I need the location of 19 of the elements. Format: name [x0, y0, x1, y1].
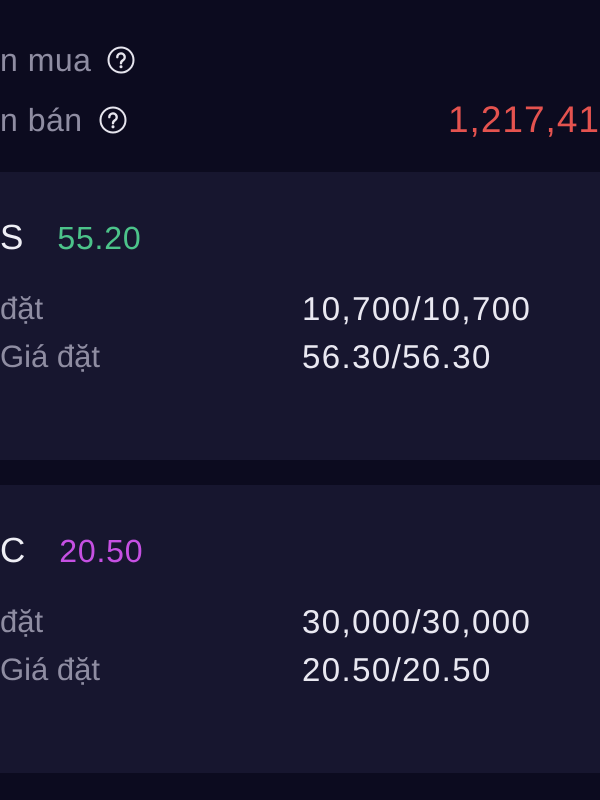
field-label: đặt: [0, 603, 44, 641]
field-label: Giá đặt: [0, 338, 101, 376]
order-card[interactable]: S 55.20 đặt 10,700/10,700 Giá đặt 56.30/56.30: [0, 172, 600, 460]
sell-amount: 1,217,41: [448, 99, 600, 141]
summary-label: n bán: [0, 102, 83, 138]
field-label: đặt: [0, 290, 44, 328]
help-icon[interactable]: [98, 106, 127, 134]
stock-price: 20.50: [59, 532, 144, 570]
stock-symbol: C: [0, 531, 26, 571]
help-icon[interactable]: [107, 46, 136, 74]
field-value: 20.50/20.50: [302, 651, 493, 689]
summary-label: n mua: [0, 42, 92, 78]
stock-symbol: S: [0, 218, 24, 258]
field-value: 30,000/30,000: [302, 603, 532, 641]
order-card[interactable]: C 20.50 đặt 30,000/30,000 Giá đặt 20.50/20.50: [0, 485, 600, 773]
field-value: 56.30/56.30: [302, 338, 493, 376]
stock-price: 55.20: [57, 220, 142, 256]
field-value: 10,700/10,700: [302, 290, 532, 328]
field-label: Giá đặt: [0, 651, 101, 689]
